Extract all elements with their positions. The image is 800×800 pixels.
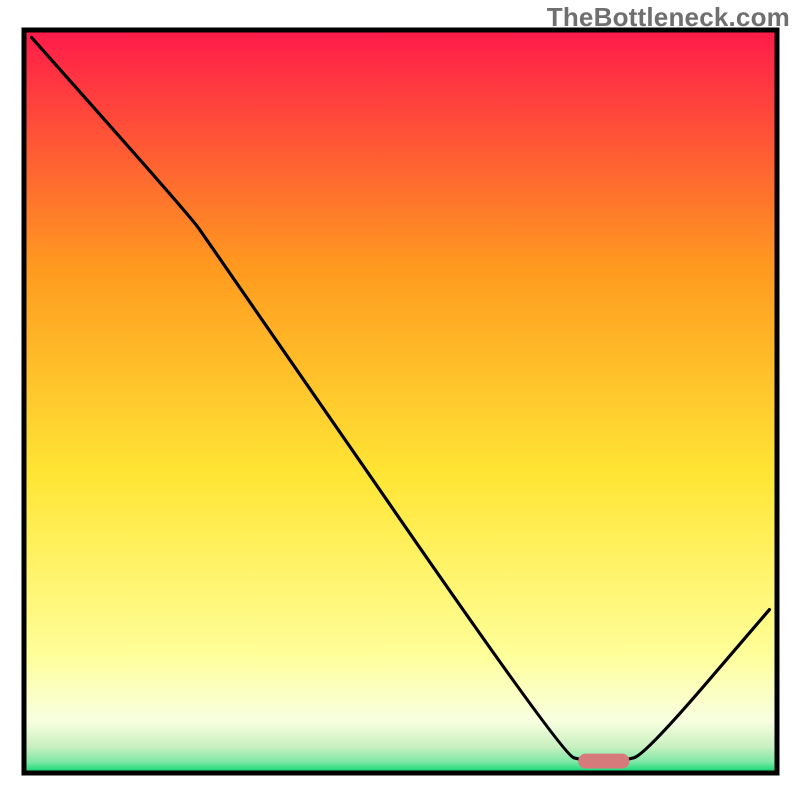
plot-background xyxy=(24,30,777,773)
chart-svg xyxy=(0,0,800,800)
watermark-label: TheBottleneck.com xyxy=(547,2,790,33)
optimal-marker xyxy=(578,754,629,769)
chart-container: TheBottleneck.com xyxy=(0,0,800,800)
